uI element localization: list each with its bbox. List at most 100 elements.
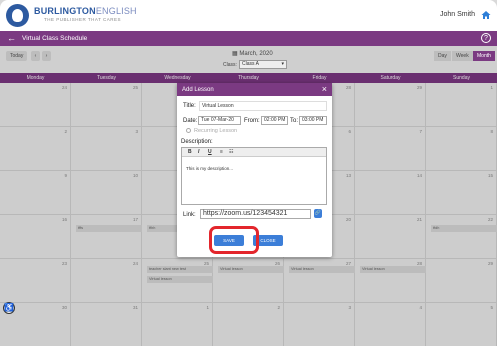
weekday-label: Tuesday bbox=[97, 75, 116, 81]
calendar-event[interactable]: Virtual lesson bbox=[360, 266, 426, 273]
view-day-button[interactable]: Day bbox=[434, 51, 451, 61]
recurring-checkbox[interactable] bbox=[186, 128, 191, 133]
app-header: BURLINGTONENGLISH THE PUBLISHER THAT CAR… bbox=[0, 0, 497, 31]
day-cell[interactable]: 4 bbox=[355, 303, 426, 346]
home-icon[interactable] bbox=[481, 10, 491, 20]
class-label: Class: bbox=[223, 62, 237, 68]
weekday-label: Thursday bbox=[238, 75, 259, 81]
link-input[interactable]: https://zoom.us/123454321 bbox=[200, 209, 311, 219]
day-number: 28 bbox=[345, 85, 351, 90]
recurring-label: Recurring Lesson bbox=[194, 128, 238, 134]
description-text[interactable]: This is my description... bbox=[186, 166, 233, 171]
accessibility-icon[interactable]: ♿ bbox=[3, 302, 15, 314]
day-number: 3 bbox=[135, 129, 138, 134]
view-week-button[interactable]: Week bbox=[452, 51, 473, 61]
underline-icon[interactable]: U bbox=[208, 149, 212, 155]
next-month-button[interactable]: › bbox=[42, 51, 51, 61]
day-number: 20 bbox=[345, 217, 351, 222]
save-highlight-ring bbox=[209, 226, 259, 254]
current-month: ▦ March, 2020 bbox=[232, 51, 273, 57]
day-cell[interactable]: 31 bbox=[71, 303, 142, 346]
calendar-event[interactable]: Virtual lesson bbox=[289, 266, 355, 273]
day-cell[interactable]: 5 bbox=[426, 303, 497, 346]
day-number: 29 bbox=[487, 261, 493, 266]
weekday-label: Wednesday bbox=[164, 75, 191, 81]
title-input[interactable]: Virtual Lesson bbox=[199, 101, 327, 111]
day-number: 15 bbox=[487, 173, 493, 178]
day-cell[interactable]: 2 bbox=[0, 127, 71, 171]
help-icon[interactable]: ? bbox=[481, 33, 491, 43]
day-cell[interactable]: 8 bbox=[426, 127, 497, 171]
day-number: 14 bbox=[416, 173, 422, 178]
dialog-title: Add Lesson bbox=[182, 87, 214, 93]
day-number: 1 bbox=[206, 305, 209, 310]
day-cell[interactable]: 3 bbox=[71, 127, 142, 171]
day-cell[interactable]: 24 bbox=[71, 259, 142, 303]
class-select[interactable]: Class A ▾ bbox=[239, 60, 287, 69]
day-cell[interactable]: 16 bbox=[0, 215, 71, 259]
link-label: Link: bbox=[183, 212, 196, 218]
day-number: 30 bbox=[61, 305, 67, 310]
day-number: 17 bbox=[132, 217, 138, 222]
day-cell[interactable]: 2 bbox=[213, 303, 284, 346]
bold-icon[interactable]: B bbox=[188, 149, 192, 155]
brand-name: BURLINGTONENGLISH bbox=[34, 6, 137, 16]
day-number: 21 bbox=[416, 217, 422, 222]
from-time-input[interactable]: 02:00 PM bbox=[261, 116, 288, 125]
day-cell[interactable]: 1 bbox=[426, 83, 497, 127]
burlington-logo-icon[interactable] bbox=[6, 4, 29, 27]
day-number: 2 bbox=[277, 305, 280, 310]
date-input[interactable]: Tue 07-Mar-20 bbox=[198, 116, 241, 125]
day-number: 1 bbox=[490, 85, 493, 90]
calendar-event[interactable]: tfdh bbox=[431, 225, 497, 232]
calendar-event[interactable]: Virtual lesson bbox=[218, 266, 284, 273]
today-button[interactable]: Today bbox=[6, 51, 28, 61]
day-number: 9 bbox=[64, 173, 67, 178]
description-editor[interactable]: B I U ≡ ☷ This is my description... bbox=[181, 147, 327, 205]
calendar-event[interactable]: tffs bbox=[76, 225, 142, 232]
day-number: 24 bbox=[61, 85, 67, 90]
day-cell[interactable]: 7 bbox=[355, 127, 426, 171]
day-number: 31 bbox=[132, 305, 138, 310]
day-number: 2 bbox=[64, 129, 67, 134]
close-icon[interactable]: × bbox=[322, 84, 327, 94]
day-cell[interactable]: 9 bbox=[0, 171, 71, 215]
editor-toolbar: B I U ≡ ☷ bbox=[182, 148, 326, 157]
italic-icon[interactable]: I bbox=[198, 149, 199, 155]
day-cell[interactable]: 1 bbox=[142, 303, 213, 346]
prev-month-button[interactable]: ‹ bbox=[31, 51, 40, 61]
page-title: Virtual Class Schedule bbox=[22, 35, 88, 42]
day-number: 10 bbox=[132, 173, 138, 178]
day-cell[interactable]: 29 bbox=[426, 259, 497, 303]
day-cell[interactable]: 25 bbox=[71, 83, 142, 127]
day-number: 16 bbox=[61, 217, 67, 222]
calendar-event[interactable]: teacher slant new test bbox=[147, 266, 213, 273]
ordered-list-icon[interactable]: ≡ bbox=[220, 149, 223, 155]
day-cell[interactable]: 29 bbox=[355, 83, 426, 127]
day-cell[interactable]: 24 bbox=[0, 83, 71, 127]
day-cell[interactable]: 17 bbox=[71, 215, 142, 259]
to-time-input[interactable]: 03:00 PM bbox=[299, 116, 327, 125]
day-number: 7 bbox=[419, 129, 422, 134]
day-cell[interactable]: 14 bbox=[355, 171, 426, 215]
day-number: 23 bbox=[61, 261, 67, 266]
weekday-header: Monday Tuesday Wednesday Thursday Friday… bbox=[0, 73, 497, 83]
calendar-toolbar: Today ‹ › ▦ March, 2020 Class: Class A ▾ … bbox=[0, 46, 497, 70]
day-cell[interactable]: 15 bbox=[426, 171, 497, 215]
day-cell[interactable]: 3 bbox=[284, 303, 355, 346]
day-cell[interactable]: 10 bbox=[71, 171, 142, 215]
link-icon[interactable]: 🔗 bbox=[314, 209, 322, 218]
back-arrow-icon[interactable]: ← bbox=[7, 33, 16, 43]
bullet-list-icon[interactable]: ☷ bbox=[229, 149, 233, 155]
day-cell[interactable]: 23 bbox=[0, 259, 71, 303]
user-name[interactable]: John Smith bbox=[440, 11, 475, 18]
calendar-event[interactable]: Virtual lesson bbox=[147, 276, 213, 283]
chevron-down-icon: ▾ bbox=[281, 61, 284, 67]
day-number: 5 bbox=[490, 305, 493, 310]
view-month-button[interactable]: Month bbox=[473, 51, 495, 61]
date-label: Date: bbox=[183, 118, 198, 124]
day-cell[interactable]: 21 bbox=[355, 215, 426, 259]
weekday-label: Friday bbox=[312, 75, 327, 81]
day-number: 13 bbox=[345, 173, 351, 178]
day-cell[interactable]: 22 bbox=[426, 215, 497, 259]
